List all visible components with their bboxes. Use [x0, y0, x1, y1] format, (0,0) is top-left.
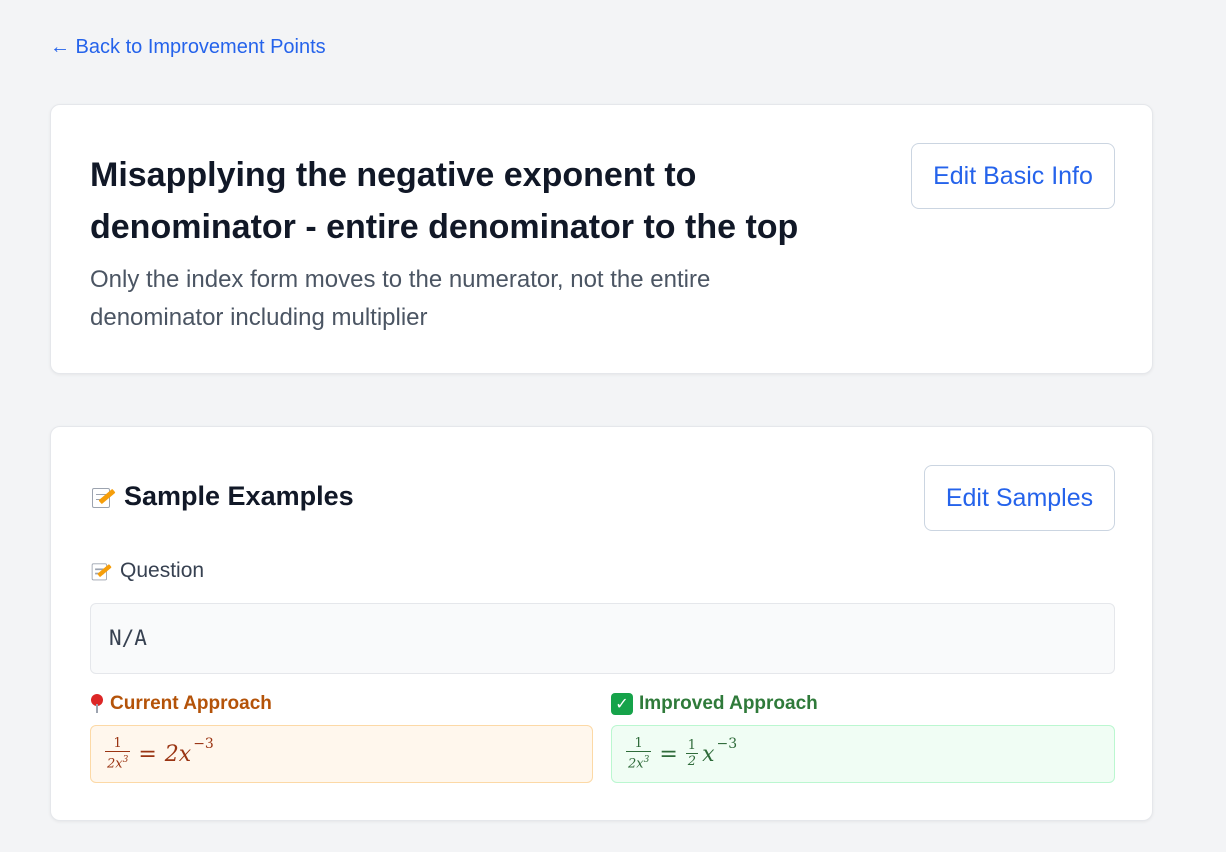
improved-lhs-denominator: 2x3: [626, 750, 652, 772]
improved-lhs-den-exponent: 3: [643, 754, 650, 765]
question-box: N/A: [90, 603, 1115, 674]
current-lhs-den-exponent: 3: [122, 754, 129, 765]
sample-examples-card: Sample Examples Edit Samples Question N/…: [50, 426, 1153, 821]
improved-approach-heading: ✓ Improved Approach: [611, 693, 818, 715]
current-rhs-exponent: −3: [193, 736, 214, 752]
memo-icon: [90, 485, 116, 509]
improved-lhs-fraction: 1 2x3: [626, 735, 652, 772]
question-heading: Question: [90, 559, 204, 583]
question-label: Question: [120, 559, 205, 582]
improved-approach-box: 1 2x3 = 1 2 x −3: [611, 725, 1115, 783]
current-lhs-denominator: 2x3: [105, 750, 131, 772]
edit-samples-button[interactable]: Edit Samples: [924, 465, 1115, 531]
current-approach-heading: Current Approach: [90, 693, 272, 715]
page-title: Misapplying the negative exponent to den…: [90, 156, 799, 246]
check-mark-icon: ✓: [611, 693, 633, 715]
improved-approach-equation: 1 2x3 = 1 2 x −3: [626, 735, 738, 772]
back-to-improvement-points-link[interactable]: ← Back to Improvement Points: [50, 36, 326, 59]
improved-coef-denominator: 2: [685, 753, 699, 769]
pin-icon: [90, 694, 104, 714]
current-rhs-base: 2x: [164, 741, 192, 767]
sample-examples-title: Sample Examples: [124, 481, 354, 511]
improved-rhs-base: x: [702, 741, 715, 767]
improved-coefficient-fraction: 1 2: [685, 738, 699, 769]
improved-rhs-exponent: −3: [716, 736, 738, 752]
sample-examples-heading: Sample Examples: [90, 481, 354, 512]
current-equals-sign: =: [138, 741, 157, 767]
page-description: Only the index form moves to the numerat…: [90, 266, 711, 331]
current-lhs-numerator: 1: [113, 735, 122, 751]
improved-rhs: 1 2 x −3: [685, 736, 738, 769]
edit-basic-info-button[interactable]: Edit Basic Info: [911, 143, 1115, 209]
current-lhs-den-base: 2x: [107, 756, 123, 772]
current-lhs-fraction: 1 2x3: [105, 735, 131, 772]
current-approach-equation: 1 2x3 = 2x −3: [105, 735, 214, 772]
improved-equals-sign: =: [659, 741, 678, 767]
current-rhs: 2x −3: [164, 736, 214, 767]
current-approach-box: 1 2x3 = 2x −3: [90, 725, 593, 783]
improved-approach-label: Improved Approach: [639, 693, 818, 714]
improved-lhs-numerator: 1: [634, 735, 643, 751]
improved-lhs-den-base: 2x: [628, 756, 644, 772]
improved-coef-numerator: 1: [687, 738, 697, 753]
memo-icon: [90, 561, 112, 581]
current-approach-label: Current Approach: [110, 693, 272, 714]
basic-info-card: Misapplying the negative exponent to den…: [50, 104, 1153, 374]
